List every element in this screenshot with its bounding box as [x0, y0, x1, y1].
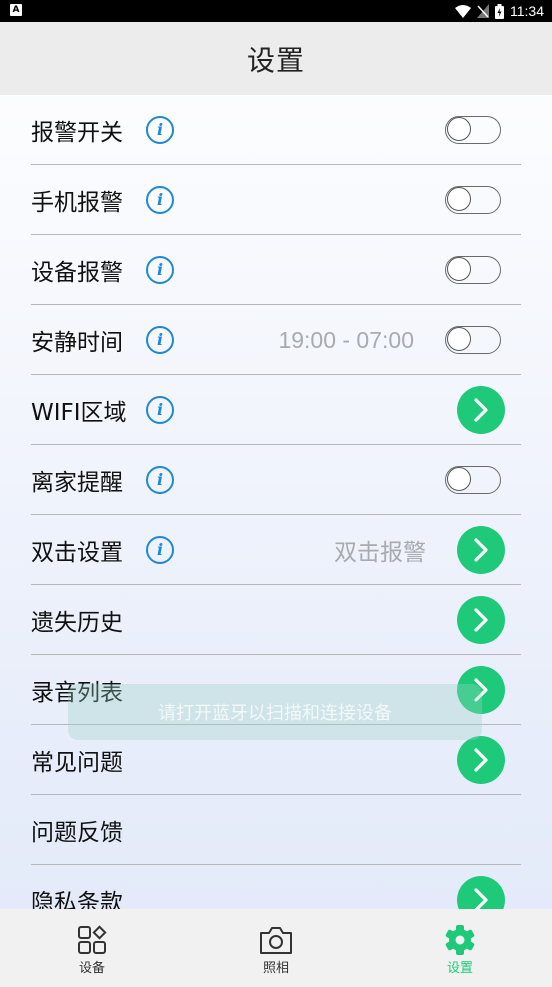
- row-label: 离家提醒: [31, 470, 123, 496]
- notification-icon: A: [10, 4, 22, 16]
- toast-text: 请打开蓝牙以扫描和连接设备: [158, 703, 392, 724]
- settings-row-alarm-switch: 报警开关 i: [0, 95, 552, 165]
- tab-camera[interactable]: 照相: [184, 909, 368, 987]
- chevron-right-button[interactable]: [457, 736, 505, 784]
- tab-settings[interactable]: 设置: [368, 909, 552, 987]
- toggle-switch[interactable]: [445, 186, 501, 214]
- tab-label: 设备: [78, 961, 105, 976]
- toggle-switch[interactable]: [445, 326, 501, 354]
- row-label: 双击设置: [31, 540, 123, 566]
- settings-row-quiet-time: 安静时间 i 19:00 - 07:00: [0, 305, 552, 375]
- camera-icon: [260, 927, 292, 954]
- chevron-right-button[interactable]: [457, 526, 505, 574]
- settings-row-phone-alarm: 手机报警 i: [0, 165, 552, 235]
- devices-icon: [78, 925, 107, 954]
- settings-row-device-alarm: 设备报警 i: [0, 235, 552, 305]
- info-icon[interactable]: i: [146, 396, 174, 424]
- settings-list: 报警开关 i 手机报警 i 设备报警 i 安静时间 i 19:00 - 07:00 WIFI区域 i…: [0, 95, 552, 935]
- chevron-right-icon: [474, 608, 488, 632]
- row-label: 遗失历史: [31, 610, 123, 636]
- row-label: 问题反馈: [31, 820, 123, 846]
- info-icon[interactable]: i: [146, 326, 174, 354]
- chevron-right-icon: [474, 748, 488, 772]
- wifi-icon: [455, 4, 471, 18]
- row-label: 安静时间: [31, 330, 123, 356]
- row-value: 双击报警: [334, 540, 426, 566]
- chevron-right-icon: [474, 398, 488, 422]
- row-label: 报警开关: [31, 120, 123, 146]
- row-label: 手机报警: [31, 190, 123, 216]
- settings-row-wifi-zone[interactable]: WIFI区域 i: [0, 375, 552, 445]
- row-label: 常见问题: [31, 750, 123, 776]
- row-label: 设备报警: [31, 260, 123, 286]
- tab-devices[interactable]: 设备: [0, 909, 184, 987]
- status-time: 11:34: [510, 3, 544, 19]
- info-icon[interactable]: i: [146, 466, 174, 494]
- toggle-knob: [447, 117, 471, 141]
- bottom-tab-bar: 设备 照相 设置: [0, 909, 552, 987]
- page-header: 设置: [0, 22, 552, 95]
- toggle-knob: [447, 327, 471, 351]
- bluetooth-toast: 请打开蓝牙以扫描和连接设备: [68, 684, 482, 740]
- toggle-switch[interactable]: [445, 466, 501, 494]
- toggle-knob: [447, 257, 471, 281]
- info-icon[interactable]: i: [146, 186, 174, 214]
- toggle-knob: [447, 467, 471, 491]
- toggle-switch[interactable]: [445, 116, 501, 144]
- row-label: WIFI区域: [31, 400, 127, 426]
- tab-label: 设置: [446, 961, 473, 976]
- chevron-right-button[interactable]: [457, 386, 505, 434]
- tab-label: 照相: [262, 961, 289, 976]
- info-icon[interactable]: i: [146, 256, 174, 284]
- status-icons: 11:34: [455, 2, 544, 20]
- battery-icon: [495, 3, 504, 19]
- settings-row-double-click-setting[interactable]: 双击设置 i 双击报警: [0, 515, 552, 585]
- chevron-right-icon: [474, 538, 488, 562]
- settings-row-leave-home-reminder: 离家提醒 i: [0, 445, 552, 515]
- chevron-right-button[interactable]: [457, 596, 505, 644]
- toggle-knob: [447, 187, 471, 211]
- page-title: 设置: [246, 43, 305, 77]
- status-bar: A 11:34: [0, 0, 552, 22]
- info-icon[interactable]: i: [146, 116, 174, 144]
- no-sim-icon: [477, 4, 489, 18]
- settings-gear-icon: [445, 925, 475, 955]
- settings-row-lost-history[interactable]: 遗失历史: [0, 585, 552, 655]
- toggle-switch[interactable]: [445, 256, 501, 284]
- row-value: 19:00 - 07:00: [278, 326, 414, 353]
- settings-row-feedback[interactable]: 问题反馈: [0, 795, 552, 865]
- info-icon[interactable]: i: [146, 536, 174, 564]
